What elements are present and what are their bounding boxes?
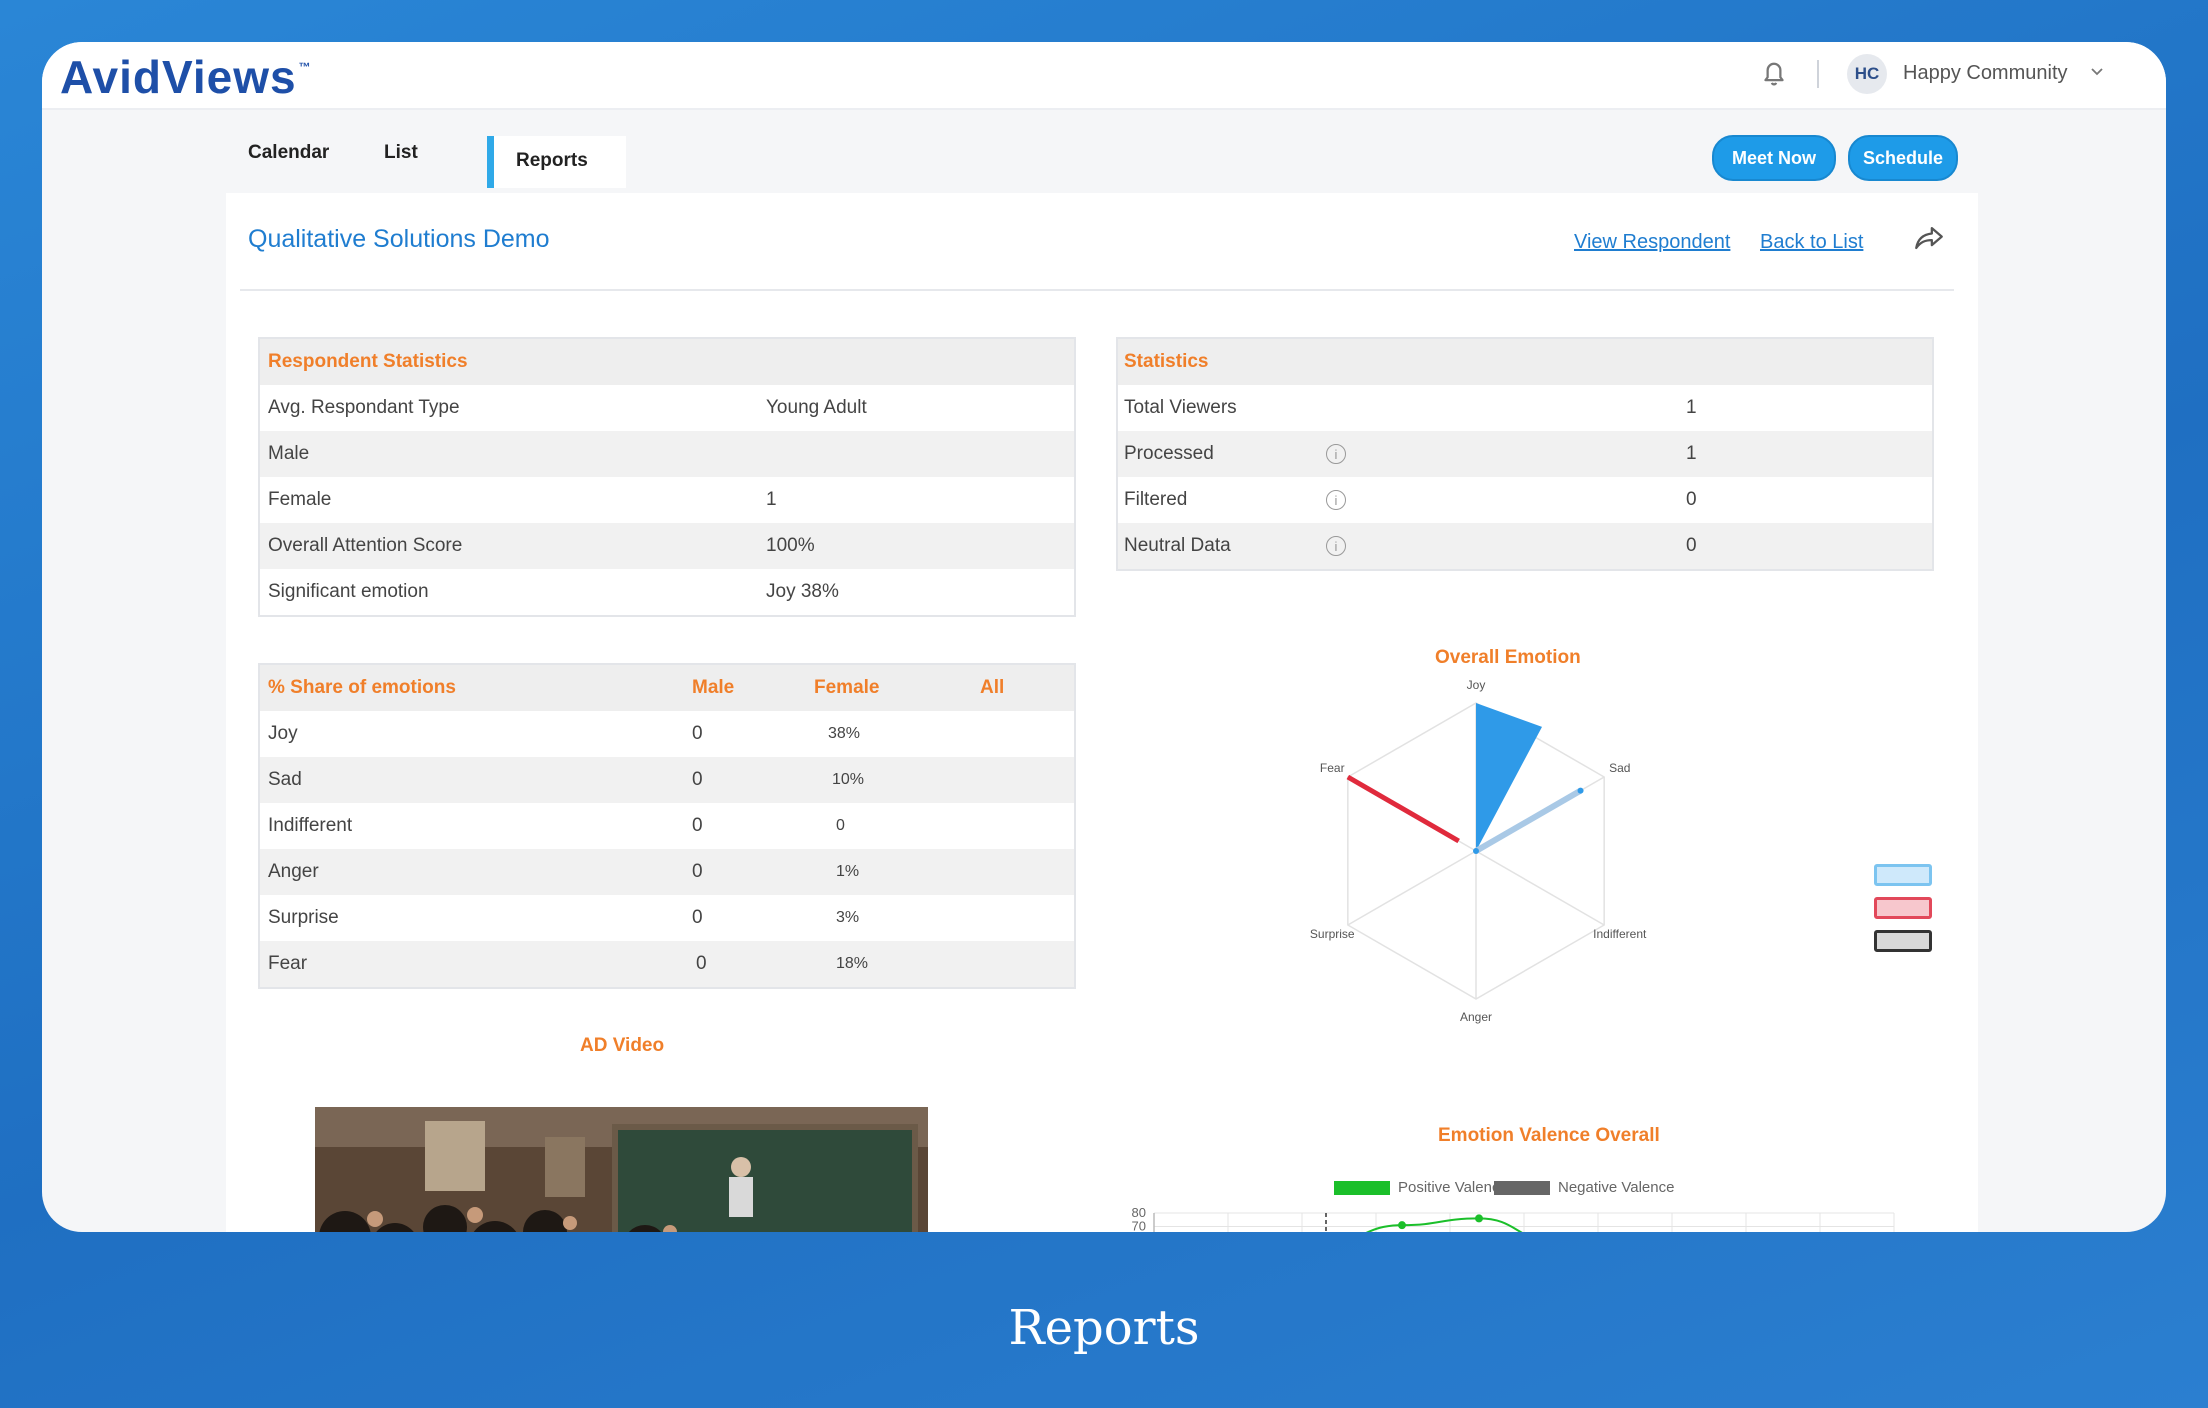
ad-video-title: AD Video xyxy=(580,1035,665,1056)
legend-swatch-positive xyxy=(1334,1181,1390,1195)
table-row: Sad 0 10% xyxy=(260,757,1074,803)
table-row: Female 1 xyxy=(268,489,777,510)
page-title: Qualitative Solutions Demo xyxy=(248,225,550,253)
app-logo[interactable]: AvidViews ™ xyxy=(60,50,312,104)
tab-reports[interactable]: Reports xyxy=(487,136,626,188)
positive-valence-point xyxy=(1398,1221,1406,1230)
table-row: Surprise 0 3% xyxy=(268,907,860,928)
statistics-table: Statistics Total Viewers 1 Processed i 1 Fi… xyxy=(1116,337,1934,571)
overall-emotion-radar-chart: Joy Sad Indifferent Anger Surprise Fear xyxy=(1310,678,1647,1024)
avatar[interactable]: HC xyxy=(1847,54,1887,94)
radar-axis-label: Surprise xyxy=(1310,927,1355,941)
y-tick-label: 70 xyxy=(1132,1219,1146,1233)
share-of-emotions-table: % Share of emotions Male Female All Joy 0… xyxy=(258,663,1076,989)
back-to-list-link[interactable]: Back to List xyxy=(1760,231,1863,254)
column-header: Female xyxy=(814,677,880,698)
table-row: Filtered i 0 xyxy=(1124,489,1697,510)
table-row: Significant emotion Joy 38% xyxy=(268,581,839,602)
radar-axis-label: Anger xyxy=(1460,1010,1492,1024)
radar-axis-label: Sad xyxy=(1609,761,1630,775)
view-respondent-link[interactable]: View Respondent xyxy=(1574,231,1730,254)
divider xyxy=(240,289,1954,291)
radar-sad-point xyxy=(1577,787,1584,794)
info-icon[interactable]: i xyxy=(1326,490,1346,510)
table-row: Total Viewers 1 xyxy=(1124,397,1697,418)
radar-axis-label: Indifferent xyxy=(1593,927,1647,941)
table-row: Anger 0 1% xyxy=(260,849,1074,895)
user-name[interactable]: Happy Community xyxy=(1903,62,2068,85)
column-header: % Share of emotions xyxy=(268,677,456,698)
emotion-valence-line-chart: ntage80706050 xyxy=(1132,1205,1895,1233)
legend-swatch xyxy=(1874,864,1932,886)
tab-list[interactable]: List xyxy=(384,142,418,164)
positive-valence-line xyxy=(1365,1217,1523,1232)
ad-video-player[interactable] xyxy=(315,1107,928,1232)
info-icon[interactable]: i xyxy=(1326,536,1346,556)
table-row: Neutral Data i 0 xyxy=(1118,523,1932,569)
emotion-valence-title: Emotion Valence Overall xyxy=(1438,1125,1660,1146)
column-header: All xyxy=(980,677,1005,698)
legend-swatch xyxy=(1874,897,1932,919)
radar-axis-label: Fear xyxy=(1320,761,1345,775)
radar-axis xyxy=(1347,850,1477,926)
radar-axis-label: Joy xyxy=(1467,678,1486,692)
legend-swatch-negative xyxy=(1494,1181,1550,1195)
radar-axis xyxy=(1475,850,1605,926)
top-bar: AvidViews ™ HC Happy Community xyxy=(42,42,2166,110)
table-row: Fear 0 18% xyxy=(260,941,1074,987)
table-row: Indifferent 0 0 xyxy=(268,815,845,836)
tab-calendar[interactable]: Calendar xyxy=(248,142,329,164)
table-row: Joy 0 38% xyxy=(268,723,861,744)
table-row: Overall Attention Score 100% xyxy=(260,523,1074,569)
respondent-statistics-table: Respondent Statistics Avg. Respondant Ty… xyxy=(258,337,1076,617)
radar-fear-line xyxy=(1346,774,1460,844)
positive-valence-point xyxy=(1475,1214,1483,1223)
video-frame-image xyxy=(315,1107,928,1232)
share-icon[interactable] xyxy=(1910,221,1948,255)
info-icon[interactable]: i xyxy=(1326,444,1346,464)
column-header: Male xyxy=(692,677,735,698)
table-row: Male xyxy=(260,431,1074,477)
table-row: Processed i 1 xyxy=(1118,431,1932,477)
report-panel: Qualitative Solutions Demo View Responde… xyxy=(226,193,1978,1232)
legend-positive-valence: Positive Valence xyxy=(1398,1179,1508,1196)
legend-swatch xyxy=(1874,930,1932,952)
bell-icon[interactable] xyxy=(1757,56,1791,90)
app-window: AvidViews ™ HC Happy Community Calendar L… xyxy=(42,42,2166,1232)
legend-negative-valence: Negative Valence xyxy=(1558,1179,1675,1196)
schedule-button[interactable]: Schedule xyxy=(1848,135,1958,181)
caption: Reports xyxy=(1008,1300,1200,1356)
table-header: Statistics xyxy=(1124,351,1209,372)
divider xyxy=(1817,60,1819,88)
meet-now-button[interactable]: Meet Now xyxy=(1712,135,1836,181)
table-header: Respondent Statistics xyxy=(268,351,468,372)
radar-center-point xyxy=(1473,848,1479,854)
table-row: Avg. Respondant Type Young Adult xyxy=(268,397,867,418)
chevron-down-icon[interactable] xyxy=(2087,62,2107,82)
